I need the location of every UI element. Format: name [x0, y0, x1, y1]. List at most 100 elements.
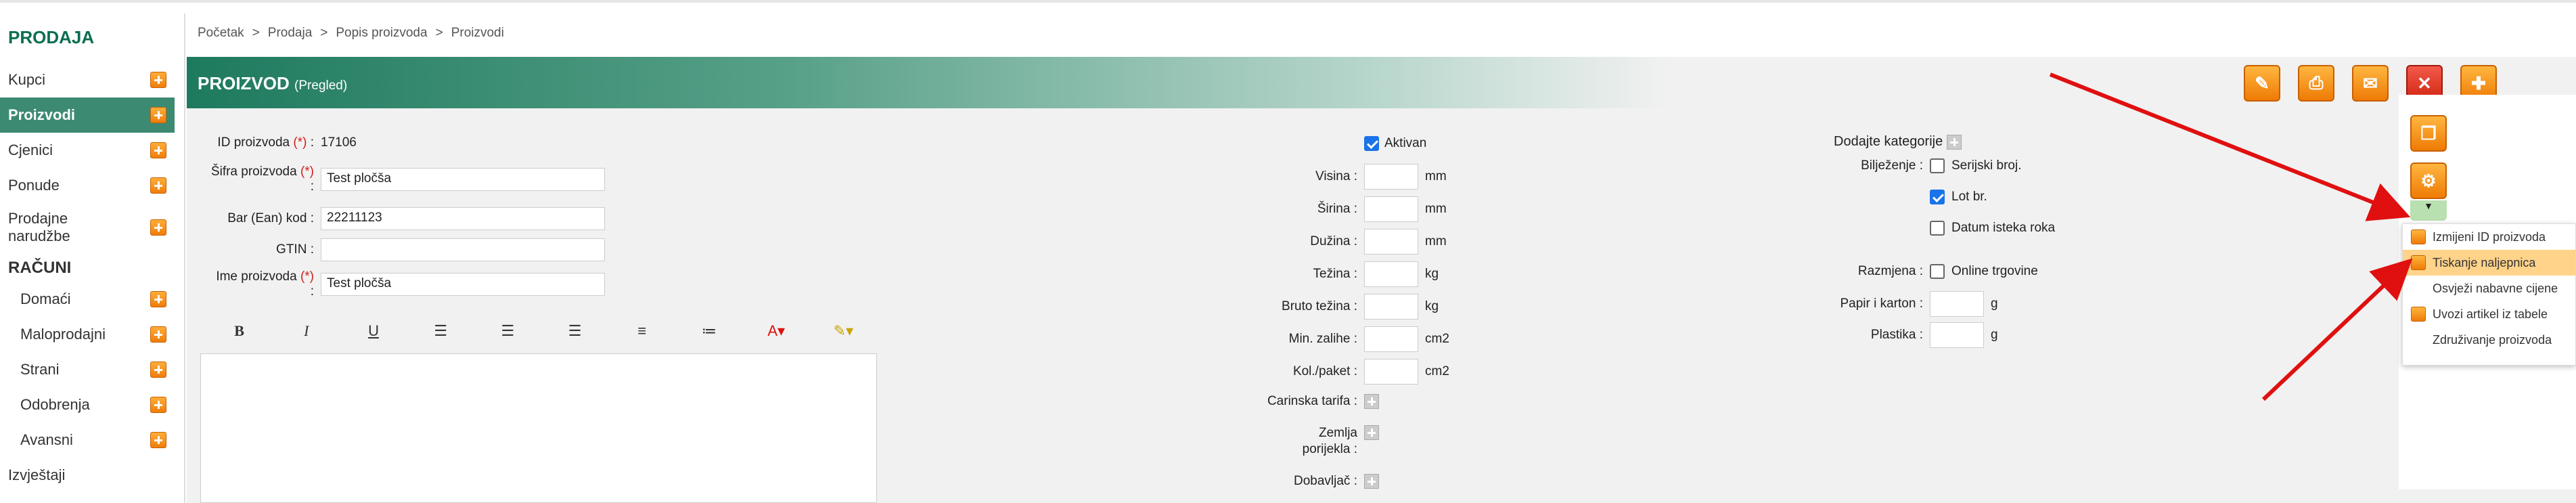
bruto-tezina-label: Bruto težina :	[1282, 299, 1357, 313]
envelope-icon: ✉	[2363, 72, 2378, 93]
menu-item-label: Izmijeni ID proizvoda	[2433, 229, 2546, 244]
title-subtitle: (Pregled)	[294, 79, 348, 93]
sidebar-item-maloprodajni[interactable]: Maloprodajni	[0, 317, 175, 352]
page-title: PROIZVOD (Pregled)	[198, 73, 347, 94]
edit-button[interactable]: ✎	[2244, 65, 2280, 102]
align-left-icon[interactable]: ☰	[407, 318, 474, 345]
sidebar-item-odobrenja[interactable]: Odobrenja	[0, 387, 175, 422]
sirina-input[interactable]	[1364, 196, 1418, 222]
sirina-label: Širina :	[1317, 202, 1357, 216]
email-button[interactable]: ✉	[2352, 65, 2389, 102]
carinska-row: Carinska tarifa :	[1229, 394, 1379, 409]
sifra-input[interactable]: Test pločša	[321, 168, 605, 191]
required-mark: (*)	[300, 165, 314, 179]
print-button[interactable]: ⎙	[2298, 65, 2334, 102]
sidebar-item-strani[interactable]: Strani	[0, 352, 175, 387]
barcode-input[interactable]: 22211123	[321, 207, 605, 230]
add-icon[interactable]	[150, 432, 166, 448]
add-icon[interactable]	[150, 177, 166, 194]
papir-label: Papir i karton :	[1840, 297, 1924, 311]
add-carinska-icon[interactable]	[1364, 394, 1379, 409]
sidebar-item-avansni[interactable]: Avansni	[0, 422, 175, 458]
sidebar-item-izvjestaji[interactable]: Izvještaji	[0, 458, 175, 493]
settings-dropdown-menu: Izmijeni ID proizvoda Tiskanje naljepnic…	[2402, 223, 2576, 366]
pencil-icon	[2411, 307, 2426, 322]
id-value: 17106	[321, 135, 357, 150]
sidebar-item-label: Izvještaji	[8, 466, 66, 483]
aktivan-checkbox[interactable]	[1364, 136, 1379, 151]
label-text: ID proizvoda	[217, 135, 290, 150]
copy-button[interactable]: ❐	[2410, 115, 2447, 152]
visina-input[interactable]	[1364, 164, 1418, 190]
papir-input[interactable]	[1930, 291, 1984, 317]
highlight-icon[interactable]: ✎▾	[810, 318, 877, 345]
plastika-input[interactable]	[1930, 322, 1984, 348]
sidebar-item-kupci[interactable]: Kupci	[0, 62, 175, 97]
add-icon[interactable]	[150, 72, 166, 88]
visina-label: Visina :	[1315, 169, 1357, 183]
sidebar-item-domaci[interactable]: Domaći	[0, 282, 175, 317]
bruto-tezina-input[interactable]	[1364, 294, 1418, 320]
add-kategorija-icon[interactable]	[1947, 134, 1962, 150]
min-zalihe-input[interactable]	[1364, 326, 1418, 352]
ime-input[interactable]: Test pločša	[321, 273, 605, 296]
online-checkbox[interactable]	[1930, 264, 1945, 279]
pencil-icon	[2411, 229, 2426, 244]
menu-item-tiskanje-naljepnica[interactable]: Tiskanje naljepnica	[2403, 250, 2575, 276]
settings-button[interactable]: ⚙	[2410, 162, 2447, 199]
duzina-input[interactable]	[1364, 229, 1418, 255]
lot-checkbox[interactable]	[1930, 190, 1945, 204]
add-icon[interactable]	[150, 397, 166, 413]
settings-dropdown-toggle[interactable]: ▼	[2410, 200, 2447, 221]
add-icon[interactable]	[150, 362, 166, 378]
breadcrumb-popis[interactable]: Popis proizvoda	[336, 26, 427, 40]
tezina-input[interactable]	[1364, 261, 1418, 287]
add-icon[interactable]	[150, 107, 166, 123]
add-icon[interactable]	[150, 326, 166, 343]
bullet-list-icon[interactable]: ≔	[675, 318, 742, 345]
add-icon[interactable]	[150, 142, 166, 158]
editor-text-area[interactable]	[200, 353, 877, 503]
lot-row: Lot br.	[1930, 190, 1987, 204]
ime-label: Ime proizvoda (*):	[200, 269, 314, 299]
razmjena-row: Razmjena : Online trgovine	[1824, 264, 2038, 279]
add-dobavljac-icon[interactable]	[1364, 474, 1379, 489]
unit-label: g	[1991, 297, 1998, 311]
top-border	[0, 0, 2576, 3]
header-band: PROIZVOD (Pregled) ✎ ⎙ ✉ ✕ ✚	[187, 57, 2576, 108]
menu-item-izmijeni-id[interactable]: Izmijeni ID proizvoda	[2403, 224, 2575, 250]
sidebar-item-ponude[interactable]: Ponude	[0, 168, 175, 203]
datum-checkbox[interactable]	[1930, 221, 1945, 236]
align-center-icon[interactable]: ☰	[474, 318, 541, 345]
bold-icon[interactable]: B	[206, 318, 273, 345]
serijski-checkbox[interactable]	[1930, 158, 1945, 173]
breadcrumb-pocetak[interactable]: Početak	[198, 26, 244, 40]
required-mark: (*)	[293, 135, 307, 150]
serijski-label: Serijski broj.	[1951, 158, 2022, 173]
breadcrumb-proizvodi[interactable]: Proizvodi	[451, 26, 504, 40]
gtin-input[interactable]	[321, 238, 605, 261]
sidebar-item-cjenici[interactable]: Cjenici	[0, 133, 175, 168]
sidebar-item-prodajne-narudzbe[interactable]: Prodajne narudžbe	[0, 203, 175, 252]
label-text: Šifra proizvoda	[210, 165, 297, 179]
bruto-tezina-row: Bruto težina : kg	[1229, 294, 1439, 320]
label-colon: :	[310, 284, 314, 299]
breadcrumb-prodaja[interactable]: Prodaja	[268, 26, 313, 40]
font-color-icon[interactable]: A▾	[743, 318, 810, 345]
sidebar-item-proizvodi[interactable]: Proizvodi	[0, 97, 175, 133]
add-zemlja-icon[interactable]	[1364, 425, 1379, 440]
label-colon: :	[310, 242, 314, 257]
underline-icon[interactable]: U	[340, 318, 407, 345]
zemlja-label: Zemlja porijekla :	[1229, 425, 1357, 458]
menu-item-uvozi-artikel[interactable]: Uvozi artikel iz tabele	[2403, 301, 2575, 327]
breadcrumb-separator: >	[252, 26, 260, 40]
menu-item-zdruzivanje[interactable]: Združivanje proizvoda	[2403, 327, 2575, 353]
align-right-icon[interactable]: ☰	[541, 318, 608, 345]
add-icon[interactable]	[150, 219, 166, 236]
numbered-list-icon[interactable]: ≡	[608, 318, 675, 345]
ime-row: Ime proizvoda (*): Test pločša	[200, 269, 605, 299]
italic-icon[interactable]: I	[273, 318, 340, 345]
add-icon[interactable]	[150, 291, 166, 307]
menu-item-osvjezi-cijene[interactable]: Osvježi nabavne cijene	[2403, 276, 2575, 301]
kol-paket-input[interactable]	[1364, 359, 1418, 385]
